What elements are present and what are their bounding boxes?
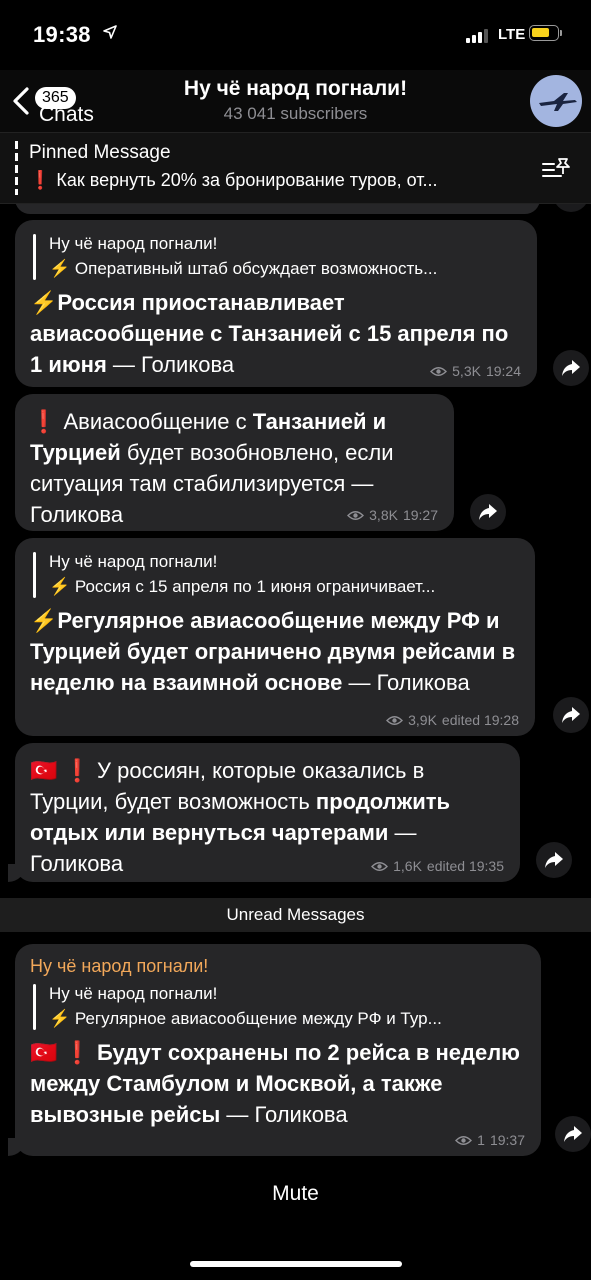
- airplane-icon: [539, 93, 577, 111]
- location-arrow-icon: [103, 25, 117, 39]
- message-time: 19:24: [485, 363, 521, 379]
- quote-author: Ну чё народ погнали!: [49, 234, 218, 253]
- forward-button[interactable]: [553, 697, 589, 733]
- message-meta: 3,9K edited 19:28: [386, 712, 519, 728]
- network-label: LTE: [498, 26, 526, 43]
- message-time: edited 19:28: [441, 712, 519, 728]
- share-arrow-icon: [479, 504, 497, 520]
- subscriber-count: 43 041 subscribers: [223, 104, 368, 123]
- home-indicator[interactable]: [190, 1261, 402, 1267]
- previous-message-bubble: [15, 204, 540, 214]
- forward-button[interactable]: [536, 842, 572, 878]
- views-icon: [455, 1135, 473, 1145]
- message-text: 🇹🇷 ❗ Будут сохранены по 2 рейса в неделю…: [30, 1040, 520, 1127]
- unread-messages-divider: Unread Messages: [0, 898, 591, 932]
- forward-button[interactable]: [555, 1116, 591, 1152]
- views-icon: [371, 861, 389, 871]
- battery-tip: [560, 30, 562, 36]
- quote-text: ⚡ Оперативный штаб обсуждает возможность…: [49, 259, 438, 278]
- view-count: 3,8K: [369, 507, 398, 523]
- channel-title[interactable]: Ну чё народ погнали!: [0, 77, 591, 101]
- share-arrow-icon: [562, 707, 580, 723]
- message-bubble[interactable]: Ну чё народ погнали! Ну чё народ погнали…: [8, 944, 541, 1156]
- quote-text: ⚡ Россия с 15 апреля по 1 июня ограничив…: [49, 577, 436, 596]
- pinned-title: Pinned Message: [29, 142, 171, 163]
- message-text: ⚡Регулярное авиасообщение между РФ и Тур…: [30, 608, 516, 695]
- view-count: 3,9K: [408, 712, 437, 728]
- views-icon: [347, 510, 365, 520]
- reply-quote[interactable]: Ну чё народ погнали! ⚡ Россия с 15 апрел…: [33, 550, 521, 600]
- mute-button[interactable]: Mute: [0, 1182, 591, 1206]
- share-arrow-icon: [562, 360, 580, 376]
- message-bubble[interactable]: Ну чё народ погнали! ⚡ Россия с 15 апрел…: [15, 538, 535, 736]
- reply-quote[interactable]: Ну чё народ погнали! ⚡ Регулярное авиасо…: [33, 982, 527, 1032]
- message-bubble[interactable]: 🇹🇷 ❗ У россиян, которые оказались в Турц…: [8, 743, 520, 882]
- message-list: Ну чё народ погнали! ⚡ Оперативный штаб …: [0, 204, 591, 1280]
- message-meta: 1,6K edited 19:35: [371, 858, 504, 874]
- forward-button[interactable]: [553, 204, 589, 212]
- pinned-list-icon[interactable]: [541, 155, 573, 183]
- status-bar: 19:38 LTE: [0, 0, 591, 70]
- view-count: 1: [477, 1132, 485, 1148]
- pinned-indicator: [15, 141, 18, 195]
- quote-author: Ну чё народ погнали!: [49, 984, 218, 1003]
- message-time: edited 19:35: [426, 858, 504, 874]
- message-meta: 3,8K 19:27: [347, 507, 438, 523]
- reply-quote[interactable]: Ну чё народ погнали! ⚡ Оперативный штаб …: [33, 232, 523, 282]
- pinned-text: ❗ Как вернуть 20% за бронирование туров,…: [29, 170, 438, 190]
- quote-author: Ну чё народ погнали!: [49, 552, 218, 571]
- sender-name[interactable]: Ну чё народ погнали!: [30, 956, 527, 977]
- view-count: 1,6K: [393, 858, 422, 874]
- message-meta: 1 19:37: [455, 1132, 525, 1148]
- views-icon: [430, 366, 448, 376]
- channel-avatar[interactable]: [530, 75, 582, 127]
- share-arrow-icon: [564, 1126, 582, 1142]
- battery-icon: [529, 25, 559, 41]
- message-time: 19:37: [489, 1132, 525, 1148]
- navigation-bar: Chats 365 Ну чё народ погнали! 43 041 su…: [0, 70, 591, 132]
- forward-button[interactable]: [470, 494, 506, 530]
- message-bubble[interactable]: ❗ Авиасообщение с Танзанией и Турцией бу…: [15, 394, 454, 531]
- view-count: 5,3K: [452, 363, 481, 379]
- message-time: 19:27: [402, 507, 438, 523]
- quote-text: ⚡ Регулярное авиасообщение между РФ и Ту…: [49, 1009, 442, 1028]
- signal-icon: [466, 27, 492, 43]
- share-arrow-icon: [545, 852, 563, 868]
- message-meta: 5,3K 19:24: [430, 363, 521, 379]
- forward-button[interactable]: [553, 350, 589, 386]
- clock: 19:38: [33, 22, 91, 47]
- message-bubble[interactable]: Ну чё народ погнали! ⚡ Оперативный штаб …: [15, 220, 537, 387]
- pinned-message-bar[interactable]: Pinned Message ❗ Как вернуть 20% за брон…: [0, 132, 591, 204]
- views-icon: [386, 715, 404, 725]
